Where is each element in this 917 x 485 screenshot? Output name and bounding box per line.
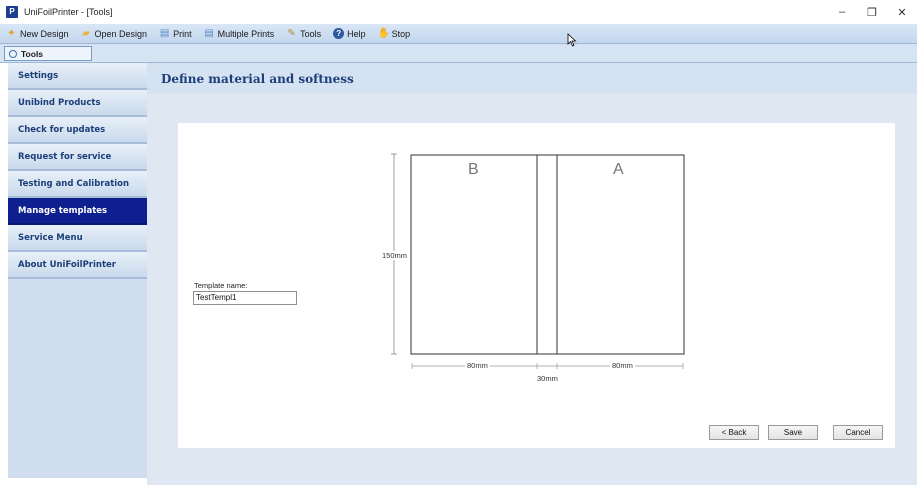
sidebar-item-settings[interactable]: Settings xyxy=(8,63,147,90)
mouse-cursor-icon xyxy=(567,33,577,47)
tools-icon: ✎ xyxy=(287,28,296,39)
multiple-prints-label: Multiple Prints xyxy=(217,28,275,39)
sidebar-item-check-for-updates[interactable]: Check for updates xyxy=(8,117,147,144)
right-width-label: 80mm xyxy=(610,361,635,370)
side-b-letter: B xyxy=(468,161,479,178)
stop-hand-icon: ✋ xyxy=(377,28,391,39)
tab-strip: Tools xyxy=(0,44,917,63)
app-logo-icon: P xyxy=(6,6,18,18)
tools-button[interactable]: ✎ Tools xyxy=(286,28,321,39)
sidebar-item-testing-and-calibration[interactable]: Testing and Calibration xyxy=(8,171,147,198)
main-body: Template name: TestTempl1 B A 150mm 80mm… xyxy=(147,94,917,485)
page-title: Define material and softness xyxy=(147,63,917,94)
help-button[interactable]: ? Help xyxy=(333,28,366,39)
print-label: Print xyxy=(173,28,192,39)
new-design-icon: ✦ xyxy=(7,28,16,39)
stop-button[interactable]: ✋ Stop xyxy=(378,28,411,39)
close-button[interactable]: ✕ xyxy=(887,0,917,24)
new-design-button[interactable]: ✦ New Design xyxy=(6,28,69,39)
multiple-prints-button[interactable]: ▤ Multiple Prints xyxy=(204,28,275,39)
tools-label: Tools xyxy=(300,28,322,39)
multiple-print-icon: ▤ xyxy=(204,28,214,39)
new-design-label: New Design xyxy=(20,28,69,39)
main-content: Define material and softness Template na… xyxy=(147,63,917,485)
sidebar: Settings Unibind Products Check for upda… xyxy=(8,63,147,478)
open-design-button[interactable]: ▰ Open Design xyxy=(81,28,148,39)
help-icon: ? xyxy=(333,28,345,39)
print-icon: ▤ xyxy=(159,28,170,39)
save-button[interactable]: Save xyxy=(768,425,818,440)
back-button[interactable]: < Back xyxy=(709,425,759,440)
title-bar: P UniFoilPrinter - [Tools] – ❐ ✕ xyxy=(0,0,917,24)
sidebar-item-service-menu[interactable]: Service Menu xyxy=(8,225,147,252)
cancel-button[interactable]: Cancel xyxy=(833,425,883,440)
print-button[interactable]: ▤ Print xyxy=(159,28,192,39)
height-dimension-label: 150mm xyxy=(382,251,408,260)
open-design-label: Open Design xyxy=(94,28,148,39)
minimize-button[interactable]: – xyxy=(827,0,857,24)
template-diagram xyxy=(391,153,685,369)
tools-tab-label: Tools xyxy=(21,48,44,59)
main-toolbar: ✦ New Design ▰ Open Design ▤ Print ▤ Mul… xyxy=(0,24,917,44)
template-panel: Template name: TestTempl1 B A 150mm 80mm… xyxy=(178,123,895,448)
sidebar-item-unibind-products[interactable]: Unibind Products xyxy=(8,90,147,117)
spine-width-label: 30mm xyxy=(537,374,558,383)
side-a-letter: A xyxy=(613,161,624,178)
stop-label: Stop xyxy=(391,28,411,39)
sidebar-item-manage-templates[interactable]: Manage templates xyxy=(8,198,147,225)
tab-tools[interactable]: Tools xyxy=(4,46,92,61)
sidebar-item-about[interactable]: About UniFoilPrinter xyxy=(8,252,147,279)
folder-open-icon: ▰ xyxy=(82,28,90,39)
sidebar-item-request-for-service[interactable]: Request for service xyxy=(8,144,147,171)
restore-button[interactable]: ❐ xyxy=(857,0,887,24)
left-width-label: 80mm xyxy=(465,361,490,370)
window-title: UniFoilPrinter - [Tools] xyxy=(24,7,113,17)
tools-tab-icon xyxy=(9,49,17,58)
window-controls: – ❐ ✕ xyxy=(827,0,917,24)
help-label: Help xyxy=(347,28,366,39)
template-outline xyxy=(410,154,685,355)
